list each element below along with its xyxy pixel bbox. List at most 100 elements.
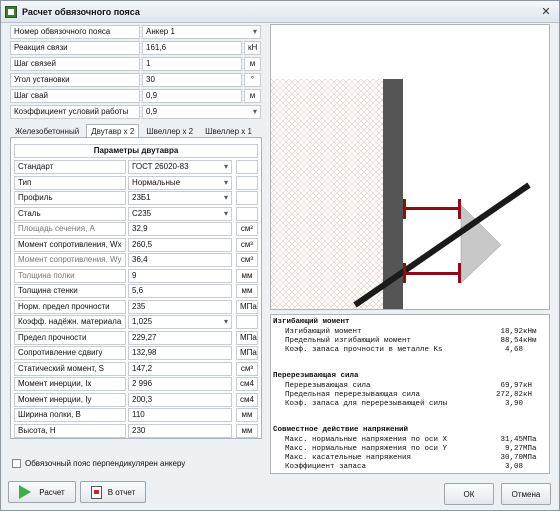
title-bar: Расчет обвязочного пояса ✕ [1, 1, 559, 23]
param-unit: МПа [236, 346, 258, 360]
result-unit: кН [523, 391, 533, 399]
scheme-svg [271, 79, 531, 309]
param-input[interactable]: 147,2 [128, 361, 232, 376]
result-label: Коэффициент запаса [285, 463, 367, 471]
tab-item[interactable]: Швеллер x 2 [141, 124, 198, 138]
param-label: Шаг связей [10, 57, 140, 71]
calc-button-label: Расчет [39, 487, 65, 497]
result-value: 31,45 [500, 436, 523, 444]
result-label: Макс. нормальные напряжения по оси Y [285, 445, 448, 453]
param-label: Момент инерции, Iy [14, 392, 126, 407]
param-label: Норм. предел прочности [14, 299, 126, 314]
calc-button[interactable]: Расчет [8, 481, 76, 503]
result-value: 30,70 [500, 454, 523, 462]
param-dropdown[interactable]: Анкер 1 [142, 25, 261, 39]
param-unit: мм [236, 423, 258, 438]
results-panel: Изгибающий момент Изгибающий момент 18,92 к… [270, 314, 550, 474]
report-button[interactable]: В отчет [80, 481, 146, 503]
result-label: Перерезывающая сила [285, 382, 371, 390]
param-input[interactable]: 32,9 [128, 222, 232, 236]
param-unit [236, 160, 258, 174]
play-icon [19, 485, 32, 499]
param-label: Площадь сечения, А [14, 222, 126, 236]
param-unit [236, 315, 258, 329]
param-unit: ° [244, 73, 261, 87]
param-unit: кН [244, 41, 261, 55]
param-unit: мм [236, 408, 258, 422]
result-unit: МПа [523, 445, 537, 453]
beam-web-bottom [406, 272, 458, 275]
param-label: Угол установки [10, 73, 140, 87]
cancel-button[interactable]: Отмена [501, 483, 551, 505]
param-label: Стандарт [14, 160, 126, 174]
param-input[interactable]: 161,6 [142, 41, 242, 55]
param-dropdown[interactable]: С235 [128, 206, 232, 221]
result-unit: МПа [523, 436, 537, 444]
param-unit: см³ [236, 253, 258, 267]
param-input[interactable]: 132,98 [128, 346, 232, 360]
perpendicular-checkbox[interactable]: Обвязочный пояс перпендикулярен анкеру [12, 459, 185, 468]
result-section-title: Перерезывающая сила [273, 372, 359, 380]
param-label: Коэфф. надёжн. материала [14, 315, 126, 329]
param-input[interactable]: 2 996 [128, 377, 232, 391]
panel-title: Параметры двутавра [14, 144, 258, 158]
param-unit: МПа [236, 299, 258, 314]
param-dropdown[interactable]: Нормальные [128, 175, 232, 190]
cancel-button-label: Отмена [511, 489, 541, 499]
param-input[interactable]: 200,3 [128, 392, 232, 407]
result-label: Коэф. запаса для перерезывающей силы [285, 400, 448, 408]
report-button-label: В отчет [107, 487, 136, 497]
param-dropdown[interactable]: 1,025 [128, 315, 232, 329]
param-unit [236, 175, 258, 190]
result-unit: МПа [523, 454, 537, 462]
scheme-drawing [270, 24, 550, 310]
param-input[interactable]: 5,6 [128, 284, 232, 298]
param-unit: см² [236, 222, 258, 236]
param-label: Статический момент, S [14, 361, 126, 376]
param-label: Толщина стенки [14, 284, 126, 298]
beam-flange-left-bottom [403, 263, 406, 283]
param-input[interactable]: 230 [128, 423, 232, 438]
param-input[interactable]: 110 [128, 408, 232, 422]
result-unit: кНм [523, 337, 537, 345]
param-input[interactable]: 1 [142, 57, 242, 71]
result-unit: кНм [523, 328, 537, 336]
result-value: 18,92 [500, 328, 523, 336]
result-label: Предельный изгибающий момент [285, 337, 412, 345]
param-label: Высота, H [14, 423, 126, 438]
param-label: Ширина полки, B [14, 408, 126, 422]
param-unit: см4 [236, 377, 258, 391]
param-label: Реакция связи [10, 41, 140, 55]
beam-flange-right-bottom [458, 263, 461, 283]
param-input[interactable]: 9 [128, 268, 232, 283]
tab-item[interactable]: Швеллер x 1 [200, 124, 257, 138]
param-unit: МПа [236, 330, 258, 345]
param-input[interactable]: 229,27 [128, 330, 232, 345]
result-section-title: Изгибающий момент [273, 318, 350, 326]
param-input[interactable]: 260,5 [128, 237, 232, 252]
param-label: Профиль [14, 191, 126, 205]
param-dropdown[interactable]: 23Б1 [128, 191, 232, 205]
param-input[interactable]: 235 [128, 299, 232, 314]
result-value: 4,68 [504, 346, 523, 354]
param-dropdown[interactable]: 0,9 [142, 105, 261, 119]
param-input[interactable]: 30 [142, 73, 242, 87]
ok-button[interactable]: ОК [444, 483, 494, 505]
close-icon[interactable]: ✕ [539, 5, 553, 19]
beam-flange-left-top [403, 199, 406, 219]
param-input[interactable]: 36,4 [128, 253, 232, 267]
param-unit [236, 206, 258, 221]
result-value: 272,82 [495, 391, 523, 399]
param-input[interactable]: 0,9 [142, 89, 242, 103]
result-label: Предельная перерезывающая сила [285, 391, 421, 399]
param-label: Толщина полки [14, 268, 126, 283]
tab-item[interactable]: Железобетонный [10, 124, 84, 138]
result-label: Макс. касательные напряжения [285, 454, 412, 462]
result-line: Коэф. запаса для перерезывающей силы 3,90 [285, 400, 543, 410]
app-icon [5, 5, 17, 18]
param-unit: м [244, 57, 261, 71]
param-dropdown[interactable]: ГОСТ 26020-83 [128, 160, 232, 174]
checkbox-box[interactable] [12, 459, 21, 468]
tab-item[interactable]: Двутавр x 2 [86, 124, 140, 138]
result-line: Коэффициент запаса 3,08 [285, 463, 543, 473]
